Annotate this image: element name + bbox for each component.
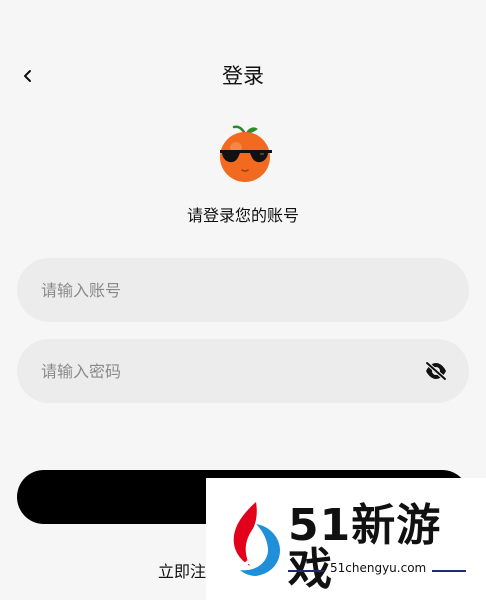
password-input[interactable] xyxy=(41,339,401,403)
eye-off-icon xyxy=(425,361,447,381)
login-prompt: 请登录您的账号 xyxy=(186,206,299,225)
header-bar: 登录 xyxy=(0,52,486,100)
account-field[interactable] xyxy=(17,258,469,322)
register-link[interactable]: 立即注 xyxy=(158,558,206,582)
password-field[interactable] xyxy=(17,339,469,403)
site-logo-icon xyxy=(233,502,280,576)
watermark-url: 51chengyu.com xyxy=(330,561,427,575)
watermark: 51新游戏 51chengyu.com xyxy=(206,478,486,600)
password-visibility-toggle[interactable] xyxy=(423,359,449,383)
watermark-brand: 51新游戏 xyxy=(288,500,442,595)
watermark-divider-left xyxy=(288,570,324,572)
watermark-divider-right xyxy=(432,570,466,572)
account-input[interactable] xyxy=(41,258,441,322)
page-title: 登录 xyxy=(222,64,264,88)
orange-with-sunglasses-avatar xyxy=(220,125,272,182)
